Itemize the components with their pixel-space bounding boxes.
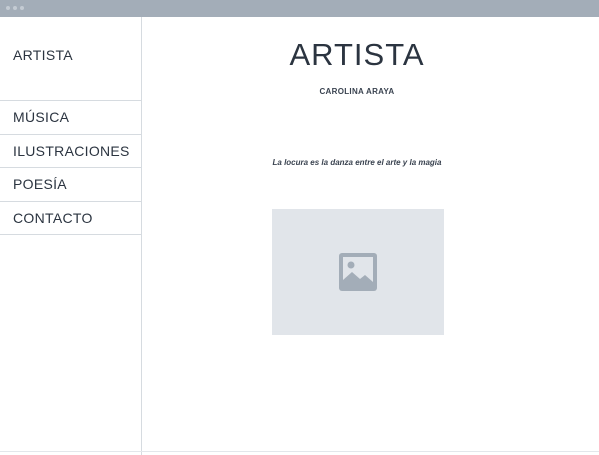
window-dot[interactable] <box>13 6 17 10</box>
sidebar-brand-link[interactable]: ARTISTA <box>13 47 73 63</box>
browser-chrome-bar <box>0 0 599 17</box>
main-content: ARTISTA CAROLINA ARAYA La locura es la d… <box>142 17 599 455</box>
image-icon <box>339 253 377 291</box>
sidebar-item-poesia[interactable]: POESÍA <box>0 168 141 202</box>
browser-window: ARTISTA MÚSICA ILUSTRACIONES POESÍA CONT… <box>0 0 599 455</box>
page-title: ARTISTA <box>289 37 425 72</box>
sidebar-item-ilustraciones[interactable]: ILUSTRACIONES <box>0 135 141 168</box>
sidebar-nav: MÚSICA ILUSTRACIONES POESÍA CONTACTO <box>0 100 141 235</box>
image-placeholder <box>272 209 444 335</box>
sidebar-item-musica[interactable]: MÚSICA <box>0 101 141 135</box>
sidebar-item-contacto[interactable]: CONTACTO <box>0 202 141 235</box>
window-dot[interactable] <box>6 6 10 10</box>
quote-text: La locura es la danza entre el arte y la… <box>272 158 442 167</box>
artist-name: CAROLINA ARAYA <box>319 87 395 96</box>
bottom-divider <box>0 451 599 452</box>
sidebar: ARTISTA MÚSICA ILUSTRACIONES POESÍA CONT… <box>0 17 142 455</box>
window-dot[interactable] <box>20 6 24 10</box>
